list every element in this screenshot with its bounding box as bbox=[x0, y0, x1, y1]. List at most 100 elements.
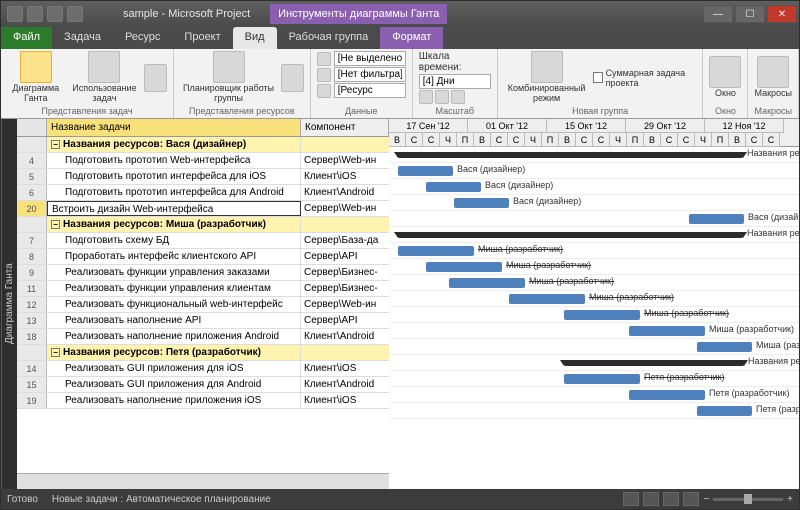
task-name-cell[interactable]: Встроить дизайн Web-интерфейса bbox=[47, 201, 301, 216]
component-cell[interactable]: Сервер\Web-ин bbox=[301, 153, 389, 168]
component-cell[interactable]: Сервер\API bbox=[301, 313, 389, 328]
task-bar[interactable] bbox=[689, 214, 744, 224]
task-name-cell[interactable]: Реализовать функции управления клиентам bbox=[47, 281, 301, 296]
filter-icon[interactable] bbox=[317, 68, 331, 82]
gantt-chart-icon[interactable] bbox=[20, 51, 52, 83]
tab-resource[interactable]: Ресурс bbox=[113, 27, 172, 49]
task-name-cell[interactable]: Реализовать GUI приложения для iOS bbox=[47, 361, 301, 376]
file-tab[interactable]: Файл bbox=[1, 27, 52, 49]
qat-dropdown-icon[interactable] bbox=[67, 6, 83, 22]
task-name-cell[interactable]: Реализовать функциональный web-интерфейс bbox=[47, 297, 301, 312]
tab-project[interactable]: Проект bbox=[172, 27, 232, 49]
row-id[interactable]: 12 bbox=[17, 297, 47, 312]
task-bar[interactable] bbox=[398, 246, 474, 256]
minimize-button[interactable]: — bbox=[703, 5, 733, 23]
tab-team[interactable]: Рабочая группа bbox=[277, 27, 381, 49]
task-bar[interactable] bbox=[454, 198, 509, 208]
table-row[interactable]: 11Реализовать функции управления клиента… bbox=[17, 281, 389, 297]
task-name-cell[interactable]: Подготовить прототип интерфейса для iOS bbox=[47, 169, 301, 184]
gantt-row[interactable]: Петя (разработчик) bbox=[389, 371, 799, 387]
row-id[interactable]: 9 bbox=[17, 265, 47, 280]
summary-bar[interactable] bbox=[564, 360, 744, 366]
save-icon[interactable] bbox=[7, 6, 23, 22]
table-row[interactable]: 4Подготовить прототип Web-интерфейсаСерв… bbox=[17, 153, 389, 169]
close-button[interactable]: ✕ bbox=[767, 5, 797, 23]
sort-icon[interactable] bbox=[317, 52, 331, 66]
task-bar[interactable] bbox=[398, 166, 453, 176]
table-row[interactable]: 5Подготовить прототип интерфейса для iOS… bbox=[17, 169, 389, 185]
gantt-row[interactable]: Названия ресур bbox=[389, 355, 799, 371]
gantt-row[interactable]: Вася (дизайнер) bbox=[389, 195, 799, 211]
table-row[interactable]: −Названия ресурсов: Петя (разработчик) bbox=[17, 345, 389, 361]
zoom-icon[interactable] bbox=[419, 90, 433, 104]
row-id[interactable]: 6 bbox=[17, 185, 47, 200]
table-row[interactable]: 18Реализовать наполнение приложения Andr… bbox=[17, 329, 389, 345]
table-row[interactable]: 13Реализовать наполнение APIСервер\API bbox=[17, 313, 389, 329]
collapse-icon[interactable]: − bbox=[51, 220, 60, 229]
gantt-row[interactable]: Вася (дизайнер) bbox=[389, 211, 799, 227]
gantt-row[interactable]: Вася (дизайнер) bbox=[389, 179, 799, 195]
col-header-component[interactable]: Компонент bbox=[301, 119, 389, 136]
component-cell[interactable] bbox=[301, 345, 389, 360]
gantt-row[interactable]: Названия ресур bbox=[389, 147, 799, 163]
gantt-row[interactable]: Миша (разработчик) bbox=[389, 323, 799, 339]
view-shortcut-2[interactable] bbox=[643, 492, 659, 506]
task-bar[interactable] bbox=[697, 342, 752, 352]
row-id[interactable]: 15 bbox=[17, 377, 47, 392]
component-cell[interactable] bbox=[301, 217, 389, 232]
task-name-cell[interactable]: Подготовить схему БД bbox=[47, 233, 301, 248]
selected-tasks-icon[interactable] bbox=[451, 90, 465, 104]
task-name-cell[interactable]: Реализовать наполнение приложения Androi… bbox=[47, 329, 301, 344]
task-name-cell[interactable]: Реализовать наполнение приложения iOS bbox=[47, 393, 301, 408]
collapse-icon[interactable]: − bbox=[51, 140, 60, 149]
macros-icon[interactable] bbox=[757, 56, 789, 88]
group-dropdown[interactable] bbox=[334, 83, 406, 98]
gantt-row[interactable]: Названия ресур bbox=[389, 227, 799, 243]
row-id[interactable] bbox=[17, 137, 47, 152]
component-cell[interactable]: Клиент\Android bbox=[301, 329, 389, 344]
task-name-cell[interactable]: Реализовать GUI приложения для Android bbox=[47, 377, 301, 392]
task-bar[interactable] bbox=[697, 406, 752, 416]
gantt-row[interactable]: Миша (разработчик) bbox=[389, 259, 799, 275]
component-cell[interactable]: Клиент\iOS bbox=[301, 361, 389, 376]
component-cell[interactable]: Сервер\База-да bbox=[301, 233, 389, 248]
horizontal-scrollbar[interactable] bbox=[17, 473, 389, 489]
view-shortcut-4[interactable] bbox=[683, 492, 699, 506]
tab-format[interactable]: Формат bbox=[380, 27, 443, 49]
row-id[interactable] bbox=[17, 217, 47, 232]
task-name-cell[interactable]: −Названия ресурсов: Петя (разработчик) bbox=[47, 345, 301, 360]
summary-bar[interactable] bbox=[398, 232, 743, 238]
row-id[interactable]: 8 bbox=[17, 249, 47, 264]
gantt-row[interactable]: Миша (разработчик) bbox=[389, 307, 799, 323]
task-views-more-icon[interactable] bbox=[144, 64, 167, 92]
table-row[interactable]: 14Реализовать GUI приложения для iOSКлие… bbox=[17, 361, 389, 377]
table-row[interactable]: 7Подготовить схему БДСервер\База-да bbox=[17, 233, 389, 249]
table-row[interactable]: −Названия ресурсов: Миша (разработчик) bbox=[17, 217, 389, 233]
task-bar[interactable] bbox=[564, 310, 640, 320]
table-row[interactable]: 12Реализовать функциональный web-интерфе… bbox=[17, 297, 389, 313]
component-cell[interactable]: Клиент\Android bbox=[301, 185, 389, 200]
row-id[interactable]: 18 bbox=[17, 329, 47, 344]
gantt-row[interactable]: Миша (разработчик) bbox=[389, 275, 799, 291]
maximize-button[interactable]: ☐ bbox=[735, 5, 765, 23]
gantt-row[interactable]: Петя (разработчи bbox=[389, 403, 799, 419]
view-shortcut-1[interactable] bbox=[623, 492, 639, 506]
zoom-out-icon[interactable]: − bbox=[703, 494, 709, 505]
view-shortcut-3[interactable] bbox=[663, 492, 679, 506]
row-id[interactable]: 19 bbox=[17, 393, 47, 408]
task-name-cell[interactable]: −Названия ресурсов: Миша (разработчик) bbox=[47, 217, 301, 232]
gantt-row[interactable]: Миша (разработч bbox=[389, 339, 799, 355]
component-cell[interactable]: Сервер\Бизнес- bbox=[301, 265, 389, 280]
component-cell[interactable]: Клиент\iOS bbox=[301, 393, 389, 408]
task-name-cell[interactable]: Подготовить прототип интерфейса для Andr… bbox=[47, 185, 301, 200]
task-name-cell[interactable]: Реализовать функции управления заказами bbox=[47, 265, 301, 280]
component-cell[interactable]: Клиент\iOS bbox=[301, 169, 389, 184]
entire-project-icon[interactable] bbox=[435, 90, 449, 104]
table-row[interactable]: 15Реализовать GUI приложения для Android… bbox=[17, 377, 389, 393]
row-id[interactable]: 4 bbox=[17, 153, 47, 168]
task-bar[interactable] bbox=[426, 262, 502, 272]
row-id[interactable]: 13 bbox=[17, 313, 47, 328]
row-id[interactable]: 5 bbox=[17, 169, 47, 184]
summary-bar[interactable] bbox=[398, 152, 743, 158]
table-row[interactable]: 19Реализовать наполнение приложения iOSК… bbox=[17, 393, 389, 409]
